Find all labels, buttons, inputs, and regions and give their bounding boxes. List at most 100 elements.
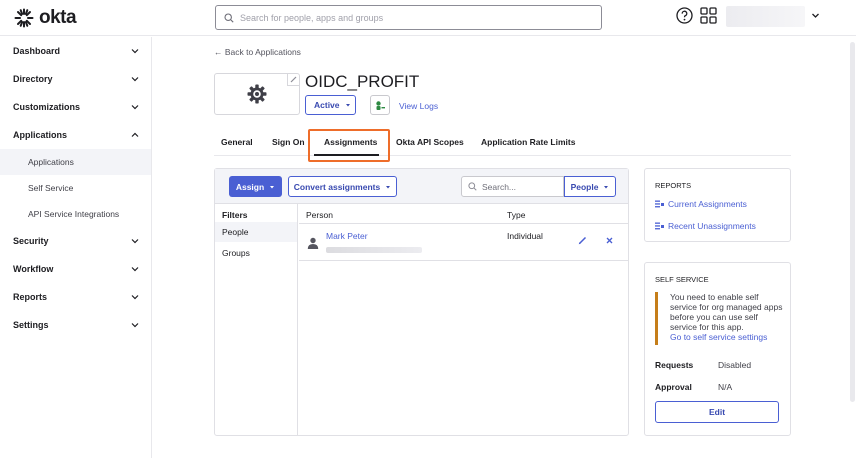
tab-general[interactable]: General xyxy=(221,137,253,147)
sidebar-item-label: Workflow xyxy=(13,264,54,274)
person-icon xyxy=(307,237,319,249)
filter-groups[interactable]: Groups xyxy=(215,243,297,263)
sidebar-subitem-api-service-integrations[interactable]: API Service Integrations xyxy=(0,201,151,227)
requests-label: Requests xyxy=(655,360,694,370)
status-dropdown[interactable]: Active xyxy=(305,95,356,115)
page-title: OIDC_PROFIT xyxy=(305,72,420,91)
chevron-down-icon xyxy=(131,323,139,328)
top-bar: okta xyxy=(0,0,856,36)
sidebar-item-label: Dashboard xyxy=(13,46,61,56)
filters-header: Filters xyxy=(222,210,248,220)
sidebar-item-label: Applications xyxy=(13,130,68,140)
filter-label: People xyxy=(222,227,249,237)
help-icon[interactable] xyxy=(676,7,693,24)
self-service-settings-link[interactable]: Go to self service settings xyxy=(670,332,783,342)
sidebar-subitem-label: Applications xyxy=(28,157,74,167)
caret-down-icon xyxy=(604,185,609,188)
sidebar-item-directory[interactable]: Directory xyxy=(0,65,151,93)
status-label: Active xyxy=(314,100,340,110)
search-icon xyxy=(224,12,234,23)
assignments-search[interactable] xyxy=(461,176,564,197)
view-logs-button[interactable] xyxy=(370,95,390,115)
chevron-down-icon xyxy=(131,239,139,244)
sidebar: Dashboard Directory Customizations Appli… xyxy=(0,37,152,458)
assign-label: Assign xyxy=(235,181,265,192)
assignments-panel: Assign Convert assignments People Filter… xyxy=(214,168,629,436)
tab-assignments[interactable]: Assignments xyxy=(324,137,377,147)
report-link-label: Current Assignments xyxy=(668,199,747,209)
recent-unassignments-link[interactable]: Recent Unassignments xyxy=(655,221,756,231)
sidebar-item-label: Settings xyxy=(13,320,49,330)
edit-self-service-button[interactable]: Edit xyxy=(655,401,779,423)
sidebar-item-workflow[interactable]: Workflow xyxy=(0,255,151,283)
person-name-link[interactable]: Mark Peter xyxy=(326,231,368,241)
logo-text: okta xyxy=(39,7,77,28)
sidebar-item-settings[interactable]: Settings xyxy=(0,311,151,339)
convert-assignments-button[interactable]: Convert assignments xyxy=(288,176,397,197)
reports-panel: REPORTS Current Assignments Recent Unass… xyxy=(644,168,791,242)
sidebar-subitem-self-service[interactable]: Self Service xyxy=(0,175,151,201)
person-username-redacted xyxy=(326,247,422,253)
reports-title: REPORTS xyxy=(655,181,692,190)
tab-application-rate-limits[interactable]: Application Rate Limits xyxy=(481,137,575,147)
global-search[interactable] xyxy=(215,5,602,30)
sidebar-item-dashboard[interactable]: Dashboard xyxy=(0,37,151,65)
edit-logo-button[interactable] xyxy=(287,74,299,86)
logs-icon xyxy=(375,100,385,110)
view-logs-link[interactable]: View Logs xyxy=(399,101,438,111)
chevron-down-icon xyxy=(131,77,139,82)
chevron-down-icon[interactable] xyxy=(811,11,820,20)
pencil-icon[interactable] xyxy=(578,236,587,245)
table-header: Person Type xyxy=(299,204,628,224)
approval-value: N/A xyxy=(718,382,733,392)
caret-down-icon xyxy=(345,104,350,107)
chevron-down-icon xyxy=(131,105,139,110)
sidebar-item-security[interactable]: Security xyxy=(0,227,151,255)
report-list-icon xyxy=(655,222,664,230)
assignments-search-input[interactable] xyxy=(482,181,562,192)
user-menu-redacted[interactable] xyxy=(726,6,805,27)
sidebar-subitem-label: API Service Integrations xyxy=(28,209,120,219)
chevron-up-icon xyxy=(131,132,139,137)
close-icon[interactable] xyxy=(605,236,614,245)
sidebar-subitem-applications[interactable]: Applications xyxy=(0,149,151,175)
chevron-down-icon xyxy=(131,49,139,54)
tab-sign-on[interactable]: Sign On xyxy=(272,137,305,147)
okta-sunburst-icon xyxy=(14,8,34,28)
current-assignments-link[interactable]: Current Assignments xyxy=(655,199,747,209)
chevron-down-icon xyxy=(131,295,139,300)
assignments-toolbar: Assign Convert assignments People xyxy=(215,169,628,204)
assignment-type: Individual xyxy=(507,231,543,241)
self-service-panel: SELF SERVICE You need to enable self ser… xyxy=(644,262,791,436)
column-header-type: Type xyxy=(507,210,526,220)
assign-button[interactable]: Assign xyxy=(229,176,282,197)
chevron-down-icon xyxy=(131,267,139,272)
edit-label: Edit xyxy=(708,407,726,417)
app-switcher-icon[interactable] xyxy=(700,7,717,24)
filters-column: Filters People Groups xyxy=(215,204,298,435)
requests-value: Disabled xyxy=(718,360,752,370)
report-list-icon xyxy=(655,200,664,208)
sidebar-item-applications[interactable]: Applications xyxy=(0,121,151,149)
sidebar-item-label: Security xyxy=(13,236,49,246)
page-scrollbar[interactable] xyxy=(850,42,855,402)
okta-logo[interactable]: okta xyxy=(14,7,77,29)
caret-down-icon xyxy=(386,185,391,188)
self-service-notice: You need to enable self service for org … xyxy=(655,292,783,345)
table-row: Mark Peter Individual xyxy=(299,225,628,261)
sidebar-subitem-label: Self Service xyxy=(28,183,74,193)
search-input[interactable] xyxy=(240,12,580,23)
sidebar-item-reports[interactable]: Reports xyxy=(0,283,151,311)
sidebar-item-customizations[interactable]: Customizations xyxy=(0,93,151,121)
column-header-person: Person xyxy=(306,210,333,220)
report-link-label: Recent Unassignments xyxy=(668,221,756,231)
people-filter-label: People xyxy=(570,181,599,192)
gear-icon xyxy=(247,84,267,104)
back-to-applications-link[interactable]: ← Back to Applications xyxy=(214,47,301,57)
filter-people[interactable]: People xyxy=(215,222,297,242)
people-filter-dropdown[interactable]: People xyxy=(564,176,616,197)
approval-label: Approval xyxy=(655,382,692,392)
tab-okta-api-scopes[interactable]: Okta API Scopes xyxy=(396,137,464,147)
sidebar-item-label: Reports xyxy=(13,292,48,302)
sidebar-item-label: Directory xyxy=(13,74,53,84)
